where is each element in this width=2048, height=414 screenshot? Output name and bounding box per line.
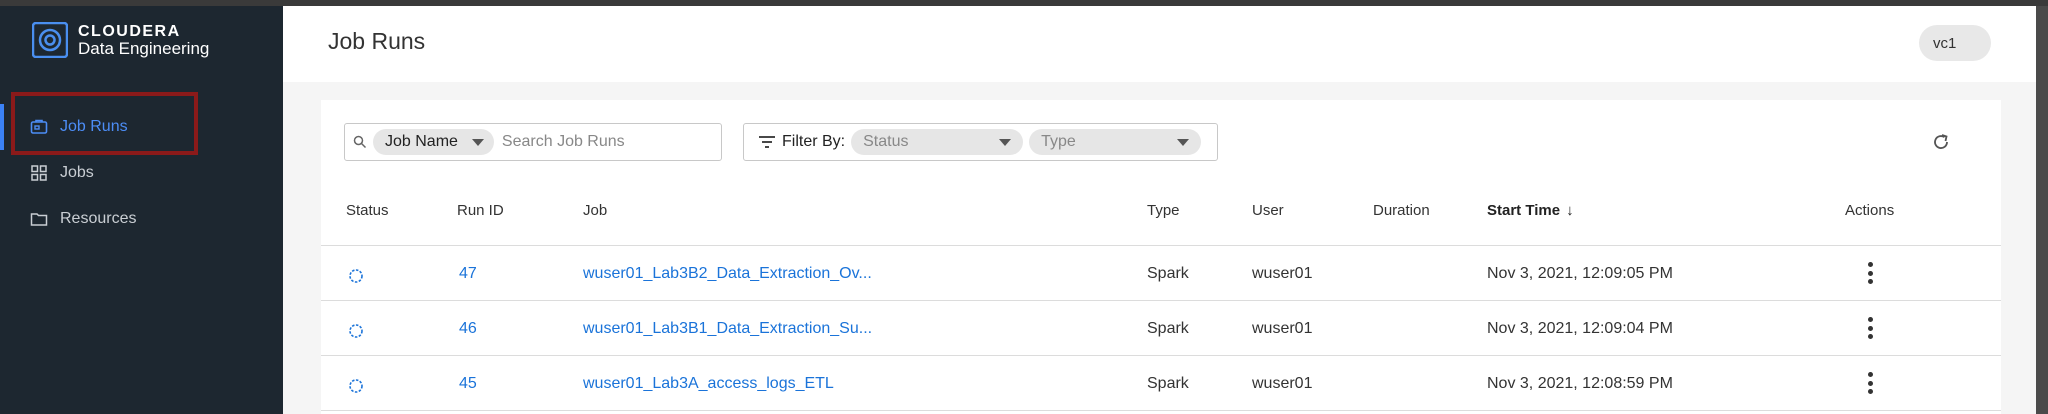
job-name-link[interactable]: wuser01_Lab3B2_Data_Extraction_Ov...	[583, 265, 872, 283]
running-status-icon	[349, 379, 363, 393]
filter-bar: Filter By: Status Type	[743, 123, 1218, 161]
column-header-run-id[interactable]: Run ID	[457, 202, 504, 219]
status-filter-dropdown[interactable]: Status	[851, 129, 1024, 155]
search-bar: Job Name Search Job Runs	[344, 123, 722, 161]
table-header: Status Run ID Job Type User Duration Sta…	[321, 176, 2001, 246]
chevron-down-icon	[999, 138, 1012, 146]
filter-icon	[759, 136, 775, 148]
run-id-link[interactable]: 47	[459, 265, 477, 283]
column-header-type[interactable]: Type	[1147, 202, 1180, 219]
column-header-user[interactable]: User	[1252, 202, 1284, 219]
job-start-time: Nov 3, 2021, 12:09:05 PM	[1487, 265, 1673, 282]
job-type: Spark	[1147, 375, 1189, 392]
refresh-icon[interactable]	[1931, 132, 1951, 152]
job-start-time: Nov 3, 2021, 12:08:59 PM	[1487, 375, 1673, 392]
job-runs-panel: Job Name Search Job Runs Filter By: Stat…	[321, 100, 2001, 414]
page-title: Job Runs	[328, 28, 426, 54]
more-actions-icon[interactable]	[1867, 372, 1873, 394]
run-id-link[interactable]: 45	[459, 375, 477, 393]
folder-icon	[30, 213, 48, 226]
window-right-edge	[2036, 6, 2048, 414]
search-field-dropdown[interactable]: Job Name	[373, 129, 494, 155]
type-filter-placeholder: Type	[1041, 133, 1076, 150]
more-actions-icon[interactable]	[1867, 262, 1873, 284]
sidebar-item-resources[interactable]: Resources	[0, 196, 283, 242]
search-input[interactable]: Search Job Runs	[502, 133, 625, 151]
search-icon	[353, 135, 367, 149]
table-row: 46 wuser01_Lab3B1_Data_Extraction_Su... …	[321, 301, 2001, 356]
start-time-label: Start Time	[1487, 202, 1561, 219]
search-field-label: Job Name	[385, 133, 458, 150]
running-status-icon	[349, 324, 363, 338]
job-user: wuser01	[1252, 375, 1313, 392]
job-name-link[interactable]: wuser01_Lab3A_access_logs_ETL	[583, 375, 834, 393]
status-filter-placeholder: Status	[863, 133, 909, 150]
more-actions-icon[interactable]	[1867, 317, 1873, 339]
type-filter-dropdown[interactable]: Type	[1029, 129, 1202, 155]
column-header-job[interactable]: Job	[583, 202, 607, 219]
job-user: wuser01	[1252, 265, 1313, 282]
virtual-cluster-selector[interactable]: vc1	[1919, 25, 1991, 61]
running-status-icon	[349, 269, 363, 283]
run-id-link[interactable]: 46	[459, 320, 477, 338]
sidebar-item-label: Jobs	[60, 164, 94, 181]
filter-label: Filter By:	[782, 133, 846, 150]
table-row: 45 wuser01_Lab3A_access_logs_ETL Spark w…	[321, 356, 2001, 411]
job-user: wuser01	[1252, 320, 1313, 337]
sidebar: CLOUDERA Data Engineering Job Runs Jobs	[0, 6, 283, 414]
chevron-down-icon	[1177, 138, 1190, 146]
job-name-link[interactable]: wuser01_Lab3B1_Data_Extraction_Su...	[583, 320, 872, 338]
column-header-actions: Actions	[1845, 202, 1895, 219]
product-name: Data Engineering	[78, 39, 210, 58]
sidebar-item-label: Resources	[60, 210, 137, 227]
column-header-status[interactable]: Status	[346, 202, 389, 219]
annotation-highlight-box	[11, 92, 198, 155]
cloudera-logo-icon	[32, 22, 68, 58]
grid-icon	[31, 165, 47, 181]
column-header-duration[interactable]: Duration	[1373, 202, 1430, 219]
table-row: 47 wuser01_Lab3B2_Data_Extraction_Ov... …	[321, 246, 2001, 301]
column-header-start-time[interactable]: Start Time ↓	[1487, 202, 1574, 219]
chevron-down-icon	[471, 138, 484, 146]
job-type: Spark	[1147, 320, 1189, 337]
brand-name: CLOUDERA	[78, 23, 181, 40]
cloudera-logo[interactable]: CLOUDERA Data Engineering	[32, 22, 209, 58]
main-content: Job Runs vc1 Job Name Search Job Runs Fi…	[283, 6, 2036, 414]
job-runs-table: Status Run ID Job Type User Duration Sta…	[321, 176, 2001, 411]
job-type: Spark	[1147, 265, 1189, 282]
job-start-time: Nov 3, 2021, 12:09:04 PM	[1487, 320, 1673, 337]
sort-descending-icon: ↓	[1566, 202, 1574, 219]
page-header: Job Runs vc1	[283, 6, 2036, 82]
sidebar-item-jobs[interactable]: Jobs	[0, 150, 283, 196]
